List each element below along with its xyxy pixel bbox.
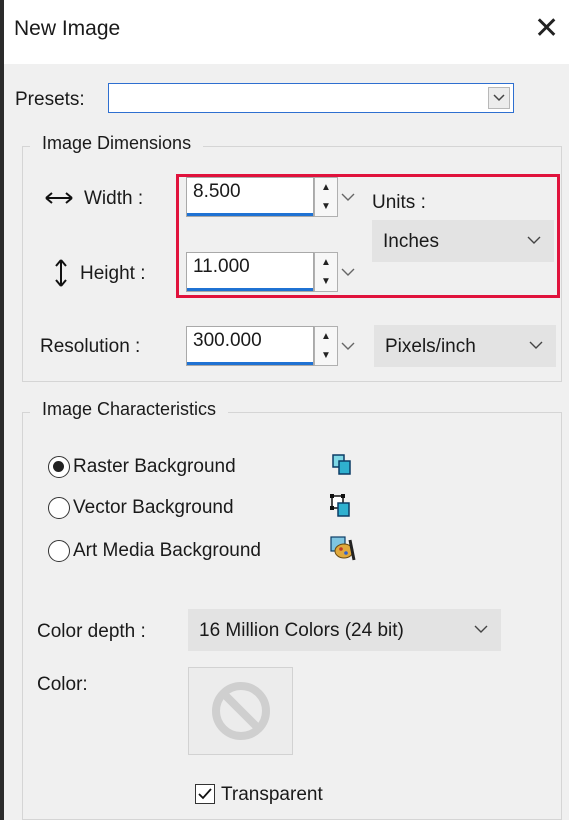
color-depth-label: Color depth : bbox=[37, 621, 146, 642]
color-label: Color: bbox=[37, 674, 88, 695]
art-media-background-label[interactable]: Art Media Background bbox=[73, 540, 261, 562]
image-characteristics-title: Image Characteristics bbox=[30, 399, 229, 420]
resolution-value: 300.000 bbox=[193, 330, 262, 351]
resolution-label: Resolution : bbox=[40, 336, 141, 357]
horizontal-resize-icon bbox=[44, 188, 74, 210]
vector-layer-icon bbox=[330, 494, 352, 524]
raster-layer-icon bbox=[332, 454, 352, 482]
close-icon[interactable]: ✕ bbox=[534, 14, 559, 44]
width-label: Width : bbox=[84, 188, 144, 209]
spin-down-icon[interactable]: ▼ bbox=[315, 346, 337, 365]
color-depth-select[interactable]: 16 Million Colors (24 bit) bbox=[188, 609, 501, 651]
resolution-value-underline bbox=[187, 362, 313, 365]
chevron-down-icon[interactable] bbox=[488, 87, 510, 109]
title-bar: New Image ✕ bbox=[4, 0, 569, 64]
dialog-body: Presets: Image Dimensions Width : 8.500 … bbox=[4, 64, 569, 820]
art-media-background-radio[interactable] bbox=[48, 540, 70, 562]
transparent-checkbox[interactable] bbox=[195, 784, 215, 804]
color-depth-value: 16 Million Colors (24 bit) bbox=[199, 620, 404, 641]
resolution-dropdown-icon[interactable] bbox=[338, 326, 358, 366]
presets-label: Presets: bbox=[15, 89, 85, 110]
dialog-title: New Image bbox=[14, 17, 121, 40]
image-dimensions-title: Image Dimensions bbox=[30, 133, 204, 154]
raster-background-radio[interactable] bbox=[48, 456, 70, 478]
presets-combo[interactable] bbox=[108, 83, 514, 113]
no-color-icon bbox=[212, 682, 270, 740]
vector-background-label[interactable]: Vector Background bbox=[73, 497, 234, 519]
transparent-label[interactable]: Transparent bbox=[221, 784, 323, 806]
resolution-units-value: Pixels/inch bbox=[385, 336, 476, 357]
color-swatch[interactable] bbox=[188, 667, 293, 755]
spin-up-icon[interactable]: ▲ bbox=[315, 327, 337, 346]
art-media-layer-icon bbox=[330, 536, 356, 568]
dimensions-highlight bbox=[176, 174, 560, 298]
chevron-down-icon bbox=[474, 618, 488, 640]
resolution-input[interactable]: 300.000 bbox=[186, 326, 314, 366]
resolution-spinner[interactable]: ▲ ▼ bbox=[314, 326, 338, 366]
chevron-down-icon bbox=[529, 334, 543, 356]
height-label: Height : bbox=[80, 263, 146, 284]
vertical-resize-icon bbox=[55, 258, 67, 294]
vector-background-radio[interactable] bbox=[48, 497, 70, 519]
raster-background-label[interactable]: Raster Background bbox=[73, 456, 236, 478]
resolution-units-select[interactable]: Pixels/inch bbox=[374, 325, 556, 367]
